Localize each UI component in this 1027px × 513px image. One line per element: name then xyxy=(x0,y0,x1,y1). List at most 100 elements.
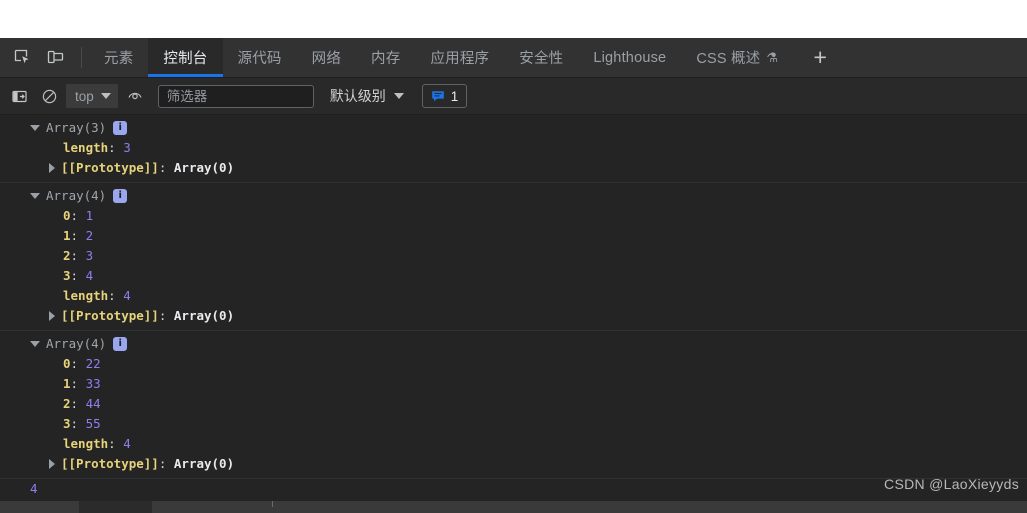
info-icon[interactable]: i xyxy=(113,189,128,203)
execution-context-value: top xyxy=(75,88,94,104)
tab-security[interactable]: 安全性 xyxy=(504,38,578,77)
tabstrip-divider xyxy=(81,47,82,68)
object-header-row[interactable]: Array(3) i xyxy=(0,118,1027,138)
object-property-row: 0: 1 xyxy=(0,206,1027,226)
object-prototype-row[interactable]: [[Prototype]]: Array(0) xyxy=(0,454,1027,474)
property-key: 1 xyxy=(63,376,71,391)
property-value: 3 xyxy=(123,140,131,155)
prototype-key: [[Prototype]] xyxy=(61,308,159,323)
log-level-selector[interactable]: 默认级别 xyxy=(326,86,408,106)
object-property-row: 1: 2 xyxy=(0,226,1027,246)
inspect-element-icon[interactable] xyxy=(6,38,39,77)
object-property-row: length: 3 xyxy=(0,138,1027,158)
message-count-value: 1 xyxy=(450,88,459,104)
object-property-row: length: 4 xyxy=(0,286,1027,306)
tab-network[interactable]: 网络 xyxy=(297,38,356,77)
info-icon[interactable]: i xyxy=(113,337,128,351)
tab-lighthouse[interactable]: Lighthouse xyxy=(578,38,681,77)
property-value: 22 xyxy=(85,356,101,371)
tab-label: 网络 xyxy=(311,51,342,67)
triangle-down-icon[interactable] xyxy=(30,341,40,347)
object-property-row: 2: 44 xyxy=(0,394,1027,414)
tab-label: 应用程序 xyxy=(430,51,490,67)
property-value: 4 xyxy=(123,288,131,303)
tab-label: 源代码 xyxy=(237,51,282,67)
message-count-badge[interactable]: 1 xyxy=(421,84,468,108)
property-key: 3 xyxy=(63,416,71,431)
console-toolbar: top 默认级别 xyxy=(0,78,1027,115)
property-key: 2 xyxy=(63,396,71,411)
drawer-chip[interactable] xyxy=(79,501,152,513)
devtools-window: 元素 控制台 源代码 网络 内存 应用程序 安全性 Lighthouse CSS… xyxy=(0,38,1027,513)
tab-label: CSS 概述 xyxy=(696,51,761,67)
info-icon[interactable]: i xyxy=(113,121,128,135)
console-log-entry[interactable]: Array(3) i length: 3 [[Prototype]]: Arra… xyxy=(0,115,1027,183)
console-sidebar-icon[interactable] xyxy=(4,83,34,109)
property-value: 2 xyxy=(85,228,94,243)
property-key: 2 xyxy=(63,248,71,263)
property-key: 3 xyxy=(63,268,71,283)
prototype-value: Array(0) xyxy=(173,308,235,323)
property-key: 1 xyxy=(63,228,71,243)
experiment-flask-icon: ⚗ xyxy=(766,49,779,65)
bottom-drawer-strip[interactable] xyxy=(0,501,1027,513)
tab-sources[interactable]: 源代码 xyxy=(223,38,297,77)
property-key: length xyxy=(63,288,109,303)
triangle-right-icon[interactable] xyxy=(49,163,55,173)
prototype-key: [[Prototype]] xyxy=(61,160,159,175)
triangle-down-icon[interactable] xyxy=(30,125,40,131)
console-log-entry[interactable]: Array(4) i 0: 22 1: 33 2: 44 3: 55 lengt… xyxy=(0,331,1027,479)
property-value: 4 xyxy=(123,436,131,451)
console-result-partial: 4 xyxy=(30,481,38,496)
object-prototype-row[interactable]: [[Prototype]]: Array(0) xyxy=(0,158,1027,178)
screenshot-root: 元素 控制台 源代码 网络 内存 应用程序 安全性 Lighthouse CSS… xyxy=(0,0,1027,513)
clear-console-icon[interactable] xyxy=(34,83,64,109)
property-value: 33 xyxy=(85,376,101,391)
tab-elements[interactable]: 元素 xyxy=(89,38,148,77)
triangle-down-icon[interactable] xyxy=(30,193,40,199)
property-value: 55 xyxy=(85,416,101,431)
console-log-entry[interactable]: Array(4) i 0: 1 1: 2 2: 3 3: 4 length: 4 xyxy=(0,183,1027,331)
object-class-name: Array(3) xyxy=(46,120,107,135)
triangle-right-icon[interactable] xyxy=(49,459,55,469)
tab-memory[interactable]: 内存 xyxy=(356,38,415,77)
live-expression-icon[interactable] xyxy=(120,83,150,109)
property-value: 4 xyxy=(85,268,94,283)
object-property-row: 2: 3 xyxy=(0,246,1027,266)
object-header-row[interactable]: Array(4) i xyxy=(0,186,1027,206)
device-toolbar-icon[interactable] xyxy=(39,38,72,77)
tab-label: Lighthouse xyxy=(593,49,667,66)
tab-label: 元素 xyxy=(104,51,134,67)
property-key: 0 xyxy=(63,356,71,371)
object-prototype-row[interactable]: [[Prototype]]: Array(0) xyxy=(0,306,1027,326)
tab-label: 内存 xyxy=(371,51,401,67)
object-header-row[interactable]: Array(4) i xyxy=(0,334,1027,354)
object-class-name: Array(4) xyxy=(46,336,107,351)
console-output[interactable]: Array(3) i length: 3 [[Prototype]]: Arra… xyxy=(0,115,1027,513)
property-key: length xyxy=(63,140,109,155)
prototype-value: Array(0) xyxy=(173,456,235,471)
property-key: 0 xyxy=(63,208,71,223)
tab-css-overview[interactable]: CSS 概述 ⚗ xyxy=(681,38,793,77)
object-property-row: 1: 33 xyxy=(0,374,1027,394)
speech-bubble-icon xyxy=(431,91,444,102)
console-filter-box[interactable] xyxy=(157,84,314,108)
object-property-row: 3: 55 xyxy=(0,414,1027,434)
triangle-right-icon[interactable] xyxy=(49,311,55,321)
prototype-key: [[Prototype]] xyxy=(61,456,159,471)
property-key: length xyxy=(63,436,109,451)
object-property-row: 3: 4 xyxy=(0,266,1027,286)
search-input[interactable] xyxy=(164,87,307,105)
tab-application[interactable]: 应用程序 xyxy=(415,38,504,77)
object-property-row: length: 4 xyxy=(0,434,1027,454)
chevron-down-icon xyxy=(393,93,404,99)
execution-context-selector[interactable]: top xyxy=(66,84,118,108)
object-class-name: Array(4) xyxy=(46,188,107,203)
devtools-tabstrip: 元素 控制台 源代码 网络 内存 应用程序 安全性 Lighthouse CSS… xyxy=(0,38,1027,78)
drawer-tick-marker xyxy=(272,501,273,507)
property-value: 44 xyxy=(85,396,101,411)
add-tab-button[interactable]: + xyxy=(801,38,839,77)
prototype-value: Array(0) xyxy=(173,160,235,175)
tab-label: 安全性 xyxy=(519,51,564,67)
tab-console[interactable]: 控制台 xyxy=(148,38,223,77)
